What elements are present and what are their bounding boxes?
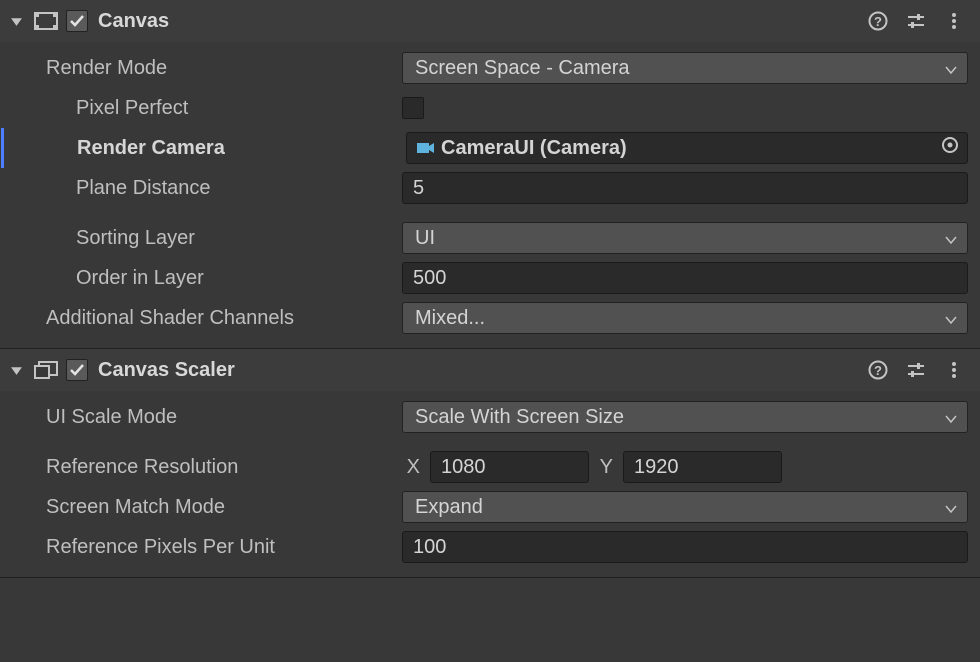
- shader-channels-dropdown[interactable]: Mixed...: [402, 302, 968, 334]
- foldout-toggle[interactable]: [10, 364, 26, 377]
- order-in-layer-label: Order in Layer: [0, 267, 402, 290]
- x-label: X: [402, 456, 424, 479]
- render-mode-dropdown[interactable]: Screen Space - Camera: [402, 52, 968, 84]
- plane-distance-row: Plane Distance 5: [0, 168, 980, 208]
- sorting-layer-dropdown[interactable]: UI: [402, 222, 968, 254]
- help-icon[interactable]: ?: [868, 360, 888, 380]
- sorting-layer-label: Sorting Layer: [0, 227, 402, 250]
- ui-scale-mode-label: UI Scale Mode: [0, 406, 402, 429]
- chevron-down-icon: [945, 496, 957, 519]
- render-mode-row: Render Mode Screen Space - Camera: [0, 48, 980, 88]
- screen-match-mode-row: Screen Match Mode Expand: [0, 487, 980, 527]
- y-label: Y: [595, 456, 617, 479]
- canvas-title: Canvas: [98, 10, 868, 33]
- render-mode-label: Render Mode: [0, 57, 402, 80]
- reference-resolution-row: Reference Resolution X 1080 Y 1920: [0, 447, 980, 487]
- order-in-layer-input[interactable]: 500: [402, 262, 968, 294]
- plane-distance-input[interactable]: 5: [402, 172, 968, 204]
- canvas-body: Render Mode Screen Space - Camera Pixel …: [0, 42, 980, 348]
- canvas-scaler-title: Canvas Scaler: [98, 359, 868, 382]
- canvas-scaler-component: Canvas Scaler ? UI Scale Mode Scale With…: [0, 349, 980, 578]
- presets-icon[interactable]: [906, 11, 926, 31]
- render-camera-field[interactable]: CameraUI (Camera): [406, 132, 968, 164]
- plane-distance-label: Plane Distance: [0, 177, 402, 200]
- pixel-perfect-row: Pixel Perfect: [0, 88, 980, 128]
- screen-match-mode-dropdown[interactable]: Expand: [402, 491, 968, 523]
- help-icon[interactable]: ?: [868, 11, 888, 31]
- reference-resolution-x-input[interactable]: 1080: [430, 451, 589, 483]
- reference-resolution-y-input[interactable]: 1920: [623, 451, 782, 483]
- shader-channels-row: Additional Shader Channels Mixed...: [0, 298, 980, 338]
- reference-resolution-label: Reference Resolution: [0, 456, 402, 479]
- reference-ppu-input[interactable]: 100: [402, 531, 968, 563]
- pixel-perfect-label: Pixel Perfect: [0, 97, 402, 120]
- render-camera-row: Render Camera CameraUI (Camera): [1, 128, 980, 168]
- camera-icon: [417, 141, 435, 155]
- canvas-scaler-header[interactable]: Canvas Scaler ?: [0, 349, 980, 391]
- header-actions: ?: [868, 360, 970, 380]
- canvas-scaler-body: UI Scale Mode Scale With Screen Size Ref…: [0, 391, 980, 577]
- reference-ppu-label: Reference Pixels Per Unit: [0, 536, 402, 559]
- canvas-header[interactable]: Canvas ?: [0, 0, 980, 42]
- svg-text:?: ?: [874, 14, 882, 29]
- render-camera-label: Render Camera: [4, 137, 406, 160]
- ui-scale-mode-dropdown[interactable]: Scale With Screen Size: [402, 401, 968, 433]
- canvas-scaler-enabled-checkbox[interactable]: [66, 359, 88, 381]
- order-in-layer-row: Order in Layer 500: [0, 258, 980, 298]
- canvas-component: Canvas ? Render Mode Screen Space - Came…: [0, 0, 980, 349]
- ui-scale-mode-row: UI Scale Mode Scale With Screen Size: [0, 397, 980, 437]
- canvas-scaler-icon: [32, 359, 60, 381]
- svg-text:?: ?: [874, 363, 882, 378]
- screen-match-mode-label: Screen Match Mode: [0, 496, 402, 519]
- presets-icon[interactable]: [906, 360, 926, 380]
- chevron-down-icon: [945, 406, 957, 429]
- canvas-icon: [32, 10, 60, 32]
- canvas-enabled-checkbox[interactable]: [66, 10, 88, 32]
- reference-ppu-row: Reference Pixels Per Unit 100: [0, 527, 980, 567]
- pixel-perfect-checkbox[interactable]: [402, 97, 424, 119]
- shader-channels-label: Additional Shader Channels: [0, 307, 402, 330]
- foldout-toggle[interactable]: [10, 15, 26, 28]
- chevron-down-icon: [945, 227, 957, 250]
- sorting-layer-row: Sorting Layer UI: [0, 218, 980, 258]
- chevron-down-icon: [945, 57, 957, 80]
- object-picker-icon[interactable]: [941, 136, 959, 160]
- chevron-down-icon: [945, 307, 957, 330]
- header-actions: ?: [868, 11, 970, 31]
- context-menu-icon[interactable]: [944, 360, 964, 380]
- context-menu-icon[interactable]: [944, 11, 964, 31]
